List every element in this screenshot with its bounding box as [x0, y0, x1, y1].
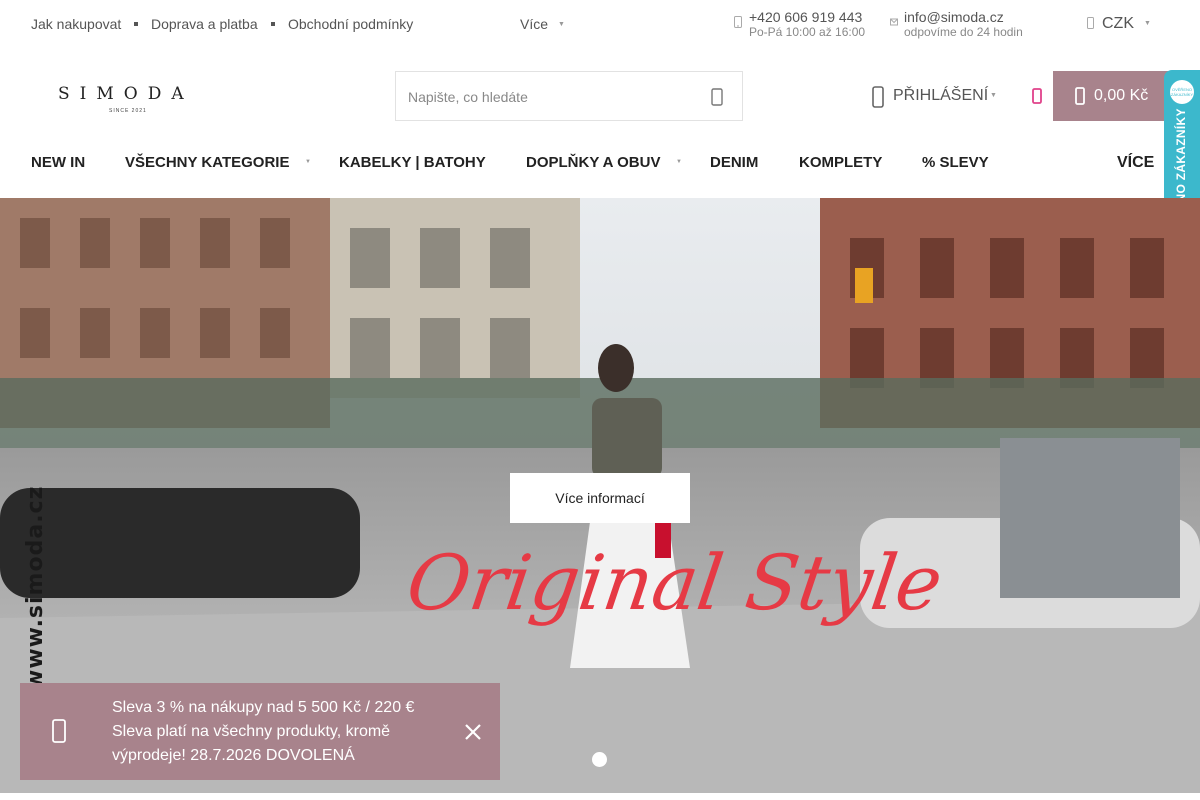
contact-email[interactable]: info@simoda.cz odpovíme do 24 hodin — [890, 10, 1023, 40]
email-note: odpovíme do 24 hodin — [904, 25, 1023, 39]
search-input[interactable] — [408, 85, 688, 109]
hero-title-text: Original Style — [401, 538, 948, 627]
nav-bags[interactable]: KABELKY | BATOHY — [339, 154, 486, 171]
gift-icon — [52, 719, 66, 743]
phone-number[interactable]: +420 606 919 443 — [749, 10, 865, 25]
nav-all-categories[interactable]: VŠECHNY KATEGORIE — [125, 154, 289, 171]
top-bar: Jak nakupovat Doprava a platba Obchodní … — [0, 0, 1200, 48]
watermark-text: www.simoda.cz — [23, 485, 48, 690]
hero-title: Original Style — [402, 538, 948, 668]
chevron-down-icon: ▼ — [1144, 20, 1151, 27]
cart-button[interactable]: 0,00 Kč — [1053, 71, 1170, 121]
cart-total: 0,00 Kč — [1094, 87, 1149, 104]
nav-sets[interactable]: KOMPLETY — [799, 154, 882, 171]
verified-seal-text: OVĚŘENO ZÁKAZNÍKY — [1170, 87, 1194, 97]
search-box — [395, 71, 743, 121]
close-icon[interactable] — [463, 722, 483, 742]
phone-hours: Po-Pá 10:00 až 16:00 — [749, 25, 866, 39]
separator — [271, 22, 275, 26]
user-icon — [872, 86, 884, 108]
email-address[interactable]: info@simoda.cz — [904, 10, 1023, 25]
top-more-label: Více — [520, 16, 549, 32]
link-shipping-payment[interactable]: Doprava a platba — [151, 16, 258, 32]
carousel-dot-active[interactable] — [592, 752, 607, 767]
promo-notification: Sleva 3 % na nákupy nad 5 500 Kč / 220 €… — [20, 683, 500, 780]
chevron-down-icon: ▼ — [990, 92, 997, 99]
nav-sale[interactable]: % SLEVY — [922, 154, 989, 171]
top-more-menu[interactable]: Více ▼ — [520, 16, 565, 32]
logo[interactable]: SIMODA SINCE 2021 — [58, 76, 206, 116]
search-icon[interactable] — [708, 88, 726, 106]
logo-since: SINCE 2021 — [109, 108, 147, 114]
promo-line-2: Sleva platí na všechny produkty, kromě v… — [112, 723, 391, 764]
logo-text: SIMODA — [58, 84, 194, 104]
more-info-button[interactable]: Více informací — [510, 473, 690, 523]
link-how-to-shop[interactable]: Jak nakupovat — [31, 16, 121, 32]
cart-icon — [1075, 87, 1085, 105]
chevron-down-icon: ▼ — [305, 159, 311, 165]
email-icon — [890, 18, 898, 26]
nav-more[interactable]: VÍCE — [1117, 154, 1154, 172]
nav-denim[interactable]: DENIM — [710, 154, 758, 171]
separator — [134, 22, 138, 26]
link-terms[interactable]: Obchodní podmínky — [288, 16, 413, 32]
phone-icon — [734, 16, 742, 28]
heart-icon[interactable] — [1030, 88, 1044, 104]
promo-text: Sleva 3 % na nákupy nad 5 500 Kč / 220 €… — [112, 696, 442, 768]
currency-selector[interactable]: CZK ▼ — [1087, 15, 1151, 33]
currency-label: CZK — [1102, 15, 1134, 32]
verified-seal: OVĚŘENO ZÁKAZNÍKY — [1170, 80, 1194, 104]
nav-new-in[interactable]: NEW IN — [31, 154, 85, 171]
currency-icon — [1087, 17, 1094, 29]
nav-accessories-shoes[interactable]: DOPLŇKY A OBUV — [526, 154, 660, 171]
promo-line-1: Sleva 3 % na nákupy nad 5 500 Kč / 220 € — [112, 699, 415, 716]
chevron-down-icon: ▼ — [676, 159, 682, 165]
contact-phone[interactable]: +420 606 919 443 Po-Pá 10:00 až 16:00 — [734, 10, 865, 40]
chevron-down-icon: ▼ — [558, 21, 565, 28]
watermark: www.simoda.cz — [5, 486, 65, 690]
login-label: PŘIHLÁŠENÍ — [893, 87, 989, 104]
